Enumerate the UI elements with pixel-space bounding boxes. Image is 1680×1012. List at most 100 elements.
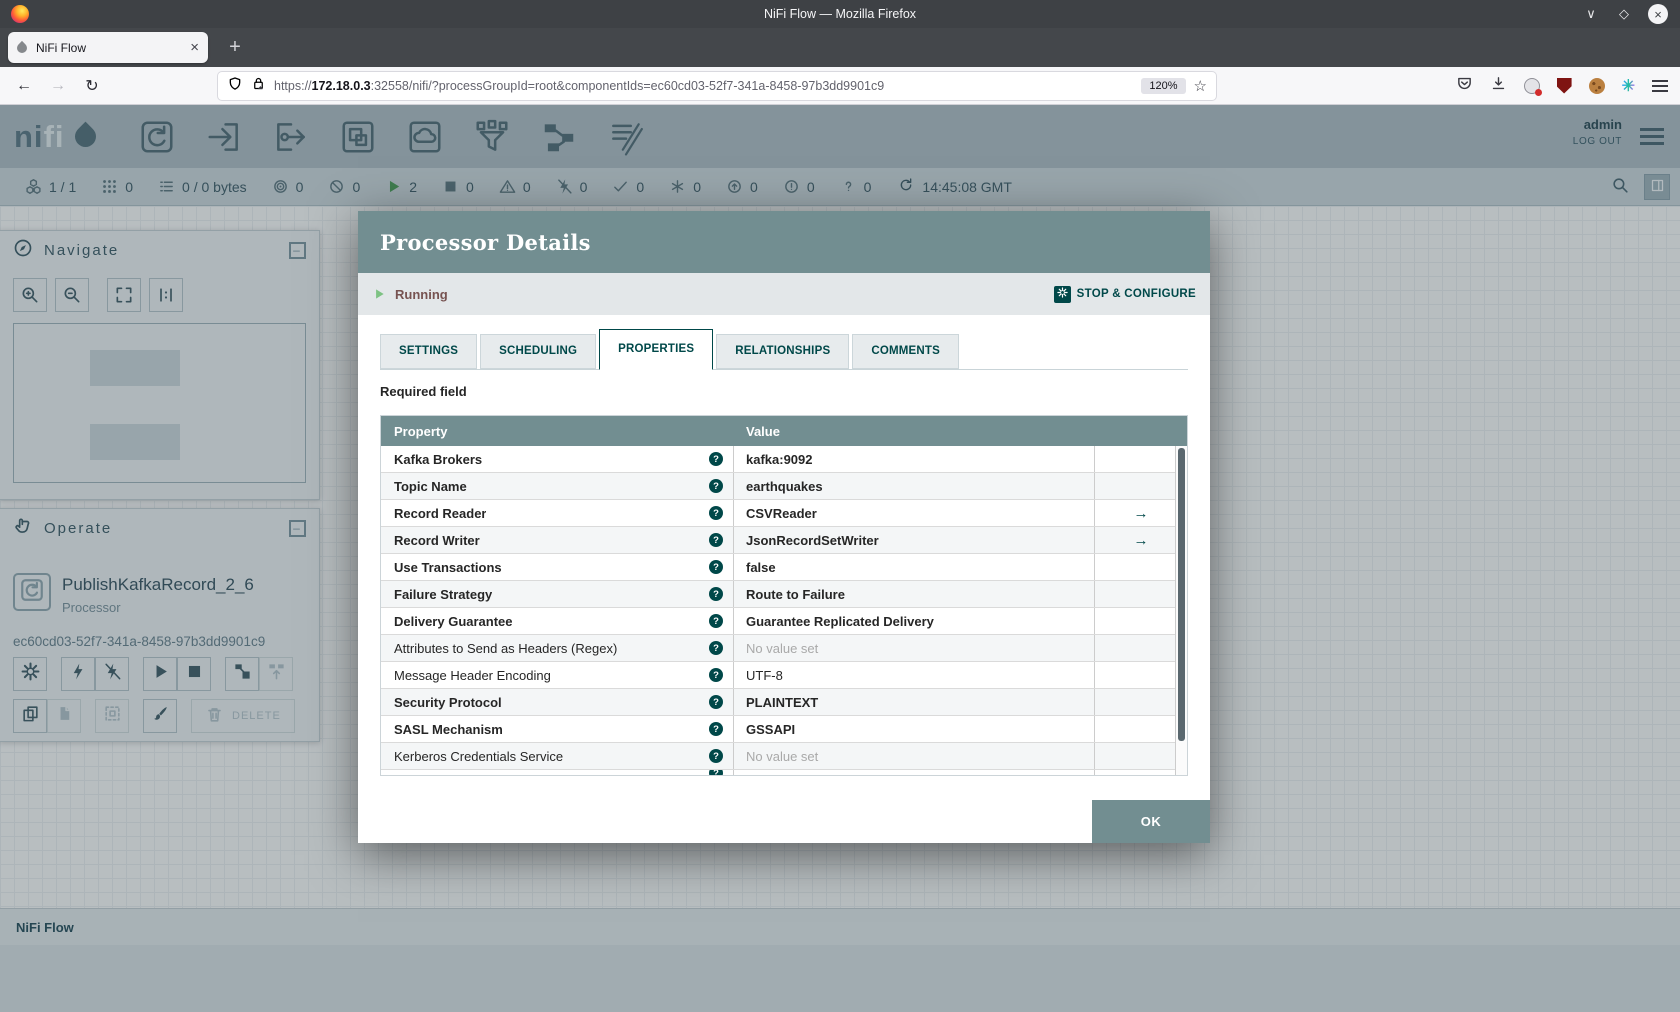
property-name-cell: Delivery Guarantee?	[381, 608, 733, 634]
containers-extension-icon[interactable]: ✳	[1622, 76, 1635, 96]
help-icon[interactable]: ?	[709, 668, 723, 682]
help-icon[interactable]: ?	[709, 533, 723, 547]
tab-relationships[interactable]: RELATIONSHIPS	[716, 334, 850, 369]
property-row[interactable]: SASL Mechanism? GSSAPI	[381, 716, 1187, 743]
help-icon[interactable]: ?	[709, 749, 723, 763]
property-name-cell: Kerberos Credentials Service?	[381, 743, 733, 769]
privacy-badger-extension-icon[interactable]	[1523, 77, 1542, 96]
go-to-service-arrow-icon[interactable]: →	[1134, 505, 1149, 522]
processor-details-dialog: Processor Details Running STOP & CONFIGU…	[358, 211, 1210, 843]
gear-icon	[1056, 287, 1068, 298]
help-icon[interactable]: ?	[709, 695, 723, 709]
help-icon[interactable]: ?	[709, 614, 723, 628]
property-row[interactable]: Record Reader? CSVReader →	[381, 500, 1187, 527]
property-row[interactable]: Topic Name? earthquakes	[381, 473, 1187, 500]
property-value-cell[interactable]: UTF-8	[733, 662, 1094, 688]
go-to-service-cell	[1094, 446, 1187, 472]
firefox-menu-icon[interactable]	[1652, 84, 1668, 87]
property-value-cell[interactable]: PLAINTEXT	[733, 689, 1094, 715]
new-tab-button[interactable]: +	[221, 32, 249, 62]
properties-table-header: Property Value	[381, 416, 1187, 446]
property-value-cell[interactable]: CSVReader	[733, 500, 1094, 526]
dialog-tabs: SETTINGS SCHEDULING PROPERTIES RELATIONSHIP…	[380, 329, 1188, 370]
go-to-service-arrow-icon[interactable]: →	[1134, 532, 1149, 549]
tab-comments[interactable]: COMMENTS	[852, 334, 960, 369]
property-value-cell[interactable]: JsonRecordSetWriter	[733, 527, 1094, 553]
property-value-cell[interactable]: No value set	[733, 635, 1094, 661]
url-bar[interactable]: https://172.18.0.3:32558/nifi/?processGr…	[218, 72, 1216, 100]
property-row[interactable]: Use Transactions? false	[381, 554, 1187, 581]
required-field-note: Required field	[380, 384, 467, 399]
go-to-service-cell	[1094, 689, 1187, 715]
property-row[interactable]: Kerberos Credentials Service? No value se…	[381, 743, 1187, 770]
table-scrollbar[interactable]	[1175, 446, 1187, 775]
go-to-service-cell	[1094, 608, 1187, 634]
property-name-cell: SASL Mechanism?	[381, 716, 733, 742]
go-to-service-cell[interactable]: →	[1094, 527, 1187, 553]
help-icon[interactable]: ?	[709, 770, 723, 775]
property-row[interactable]: Security Protocol? PLAINTEXT	[381, 689, 1187, 716]
tab-title: NiFi Flow	[36, 40, 86, 55]
tab-settings[interactable]: SETTINGS	[380, 334, 478, 369]
property-value-cell[interactable]: Route to Failure	[733, 581, 1094, 607]
dialog-header: Processor Details	[358, 211, 1210, 273]
tab-scheduling[interactable]: SCHEDULING	[480, 334, 597, 369]
scrollbar-thumb[interactable]	[1178, 448, 1185, 741]
forward-button[interactable]: →	[44, 67, 72, 104]
help-icon[interactable]: ?	[709, 479, 723, 493]
cookie-extension-icon[interactable]	[1588, 77, 1605, 94]
zoom-level-badge[interactable]: 120%	[1141, 78, 1186, 94]
window-titlebar: NiFi Flow — Mozilla Firefox ∨ ◇ ×	[0, 0, 1680, 28]
nifi-page: ni fi admin LOG OUT 1 / 100 / 0 bytes 0 0 2 0…	[0, 105, 1680, 1012]
go-to-service-cell	[1094, 770, 1187, 775]
ublock-extension-icon[interactable]	[1556, 77, 1572, 94]
help-icon[interactable]: ?	[709, 641, 723, 655]
property-value-cell[interactable]: No value set	[733, 743, 1094, 769]
property-value-cell[interactable]: Guarantee Replicated Delivery	[733, 608, 1094, 634]
browser-tab[interactable]: NiFi Flow ×	[8, 32, 208, 63]
ok-button[interactable]: OK	[1092, 800, 1210, 843]
property-value-cell[interactable]	[733, 770, 1094, 775]
go-to-service-cell[interactable]: →	[1094, 500, 1187, 526]
url-text: https://172.18.0.3:32558/nifi/?processGr…	[274, 79, 885, 93]
stop-and-configure-button[interactable]: STOP & CONFIGURE	[1053, 285, 1196, 303]
property-value-cell[interactable]: GSSAPI	[733, 716, 1094, 742]
back-button[interactable]: ←	[10, 67, 38, 104]
property-value-cell[interactable]: false	[733, 554, 1094, 580]
property-row[interactable]: Attributes to Send as Headers (Regex)? No…	[381, 635, 1187, 662]
tab-close-icon[interactable]: ×	[190, 39, 199, 56]
nifi-favicon-icon	[14, 40, 30, 55]
value-column-header: Value	[746, 423, 780, 439]
property-value-cell[interactable]: kafka:9092	[733, 446, 1094, 472]
window-close-icon[interactable]: ×	[1648, 4, 1668, 24]
help-icon[interactable]: ?	[709, 506, 723, 520]
pocket-icon	[1457, 77, 1471, 89]
property-row[interactable]: Kafka Brokers? kafka:9092	[381, 446, 1187, 473]
help-icon[interactable]: ?	[709, 722, 723, 736]
bookmark-star-icon[interactable]: ☆	[1194, 77, 1207, 95]
pocket-icon[interactable]	[1456, 75, 1473, 97]
property-row[interactable]: ?	[381, 770, 1187, 775]
property-row[interactable]: Message Header Encoding? UTF-8	[381, 662, 1187, 689]
go-to-service-cell	[1094, 554, 1187, 580]
property-value-cell[interactable]: earthquakes	[733, 473, 1094, 499]
property-name-cell: Use Transactions?	[381, 554, 733, 580]
help-icon[interactable]: ?	[709, 452, 723, 466]
tracking-protection-shield-icon[interactable]	[227, 76, 243, 97]
property-row[interactable]: Failure Strategy? Route to Failure	[381, 581, 1187, 608]
window-minimize-icon[interactable]: ∨	[1582, 6, 1600, 22]
gear-icon	[1056, 287, 1068, 301]
help-icon[interactable]: ?	[709, 560, 723, 574]
lock-icon[interactable]	[251, 76, 266, 96]
go-to-service-cell	[1094, 662, 1187, 688]
property-row[interactable]: Record Writer? JsonRecordSetWriter →	[381, 527, 1187, 554]
tab-properties[interactable]: PROPERTIES	[599, 329, 714, 370]
properties-table-body: Kafka Brokers? kafka:9092 Topic Name? earth…	[381, 446, 1187, 775]
property-row[interactable]: Delivery Guarantee? Guarantee Replicated …	[381, 608, 1187, 635]
downloads-icon[interactable]	[1490, 75, 1507, 97]
help-icon[interactable]: ?	[709, 587, 723, 601]
window-restore-icon[interactable]: ◇	[1615, 6, 1633, 22]
lock-icon	[254, 77, 263, 90]
run-state-label: Running	[395, 286, 448, 302]
reload-button[interactable]: ↻	[78, 67, 106, 104]
